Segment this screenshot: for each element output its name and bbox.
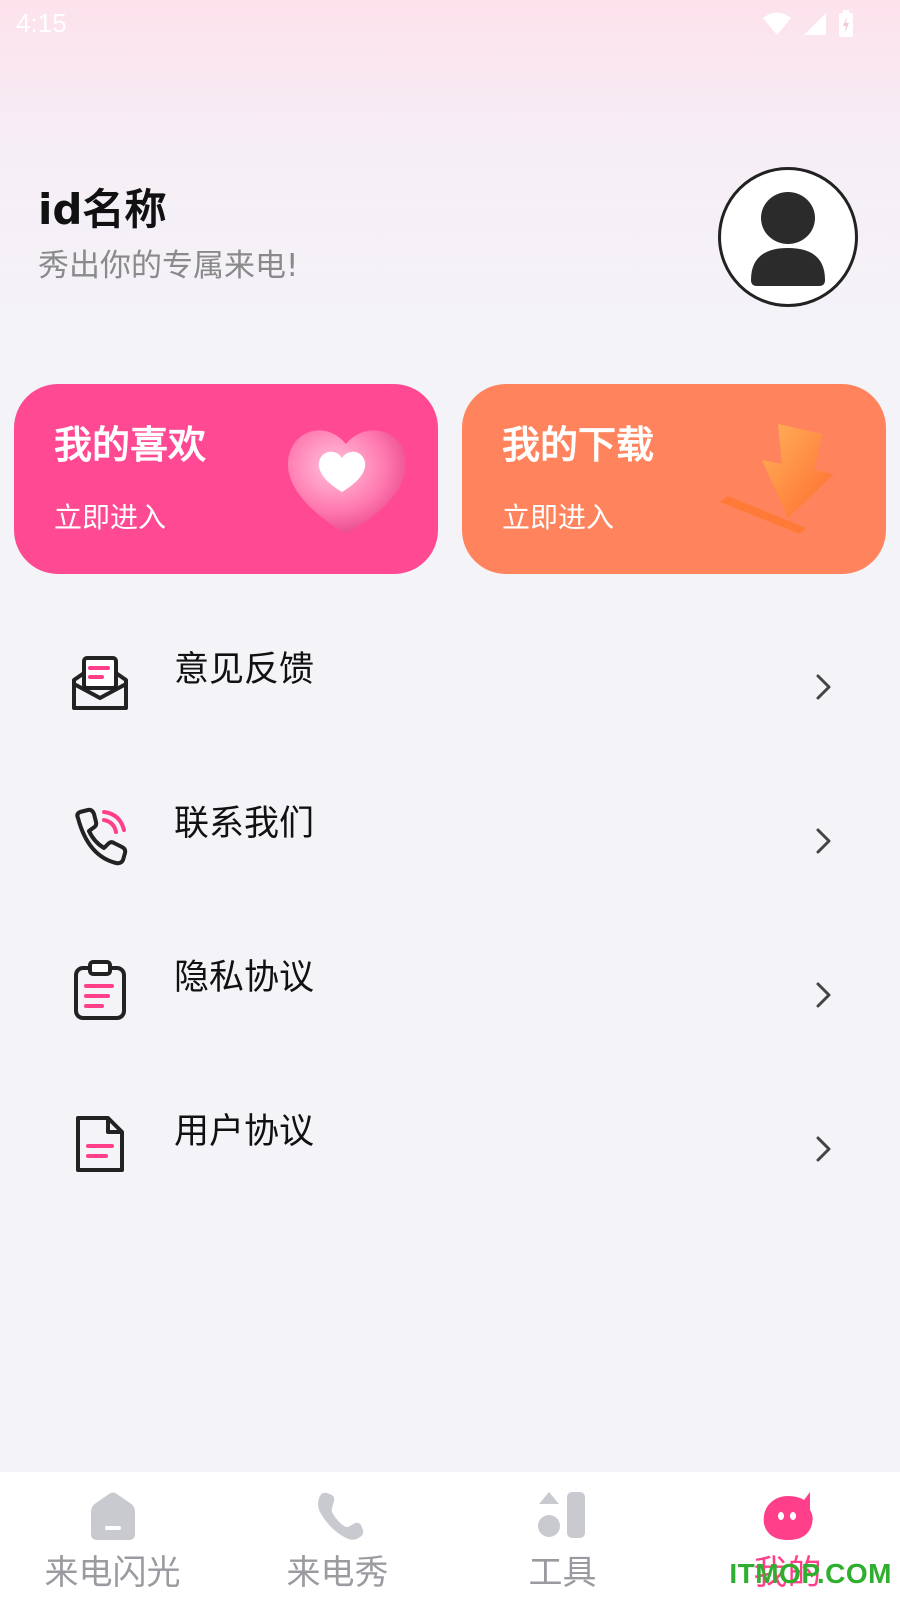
user-avatar-icon[interactable]: [718, 167, 858, 307]
status-time: 4:15: [16, 8, 67, 38]
my-downloads-card[interactable]: 我的下载 立即进入: [462, 384, 886, 574]
menu-item-contact[interactable]: 联系我们: [0, 764, 900, 918]
menu-item-user-agreement[interactable]: 用户协议: [0, 1072, 900, 1226]
profile-name: id名称: [38, 185, 167, 234]
document-icon: [68, 1112, 132, 1176]
menu-label-feedback: 意见反馈: [174, 650, 315, 690]
tab-label-tools: 工具: [528, 1553, 597, 1593]
my-likes-card[interactable]: 我的喜欢 立即进入: [14, 384, 438, 574]
phone-call-icon: [68, 804, 132, 868]
watermark: ITMOP.COM: [729, 1558, 892, 1589]
menu-item-privacy[interactable]: 隐私协议: [0, 918, 900, 1072]
menu-label-contact: 联系我们: [174, 804, 315, 844]
menu-label-privacy: 隐私协议: [174, 958, 315, 998]
profile-header: id名称 秀出你的专属来电!: [38, 184, 298, 286]
heart-icon: [276, 414, 416, 548]
chevron-right-icon: [814, 1134, 834, 1164]
flash-screen-icon: [85, 1488, 141, 1544]
tab-call-show[interactable]: 来电秀: [225, 1472, 450, 1600]
menu-item-feedback[interactable]: 意见反馈: [0, 610, 900, 764]
status-bar: 4:15: [0, 0, 900, 50]
chevron-right-icon: [814, 826, 834, 856]
clipboard-icon: [68, 958, 132, 1022]
profile-slogan: 秀出你的专属来电!: [38, 248, 299, 284]
chevron-right-icon: [814, 980, 834, 1010]
my-likes-title: 我的喜欢: [54, 423, 207, 467]
tools-icon: [535, 1488, 591, 1544]
download-arrow-icon: [720, 414, 860, 548]
menu-label-user-agreement: 用户协议: [174, 1112, 315, 1152]
wifi-icon: [762, 11, 792, 37]
tab-tools[interactable]: 工具: [450, 1472, 675, 1600]
chevron-right-icon: [814, 672, 834, 702]
battery-charging-icon: [838, 10, 854, 38]
my-downloads-title: 我的下载: [502, 423, 655, 467]
my-downloads-subtitle: 立即进入: [502, 501, 615, 534]
phone-icon: [310, 1488, 366, 1544]
status-icons: [762, 10, 854, 38]
tab-label-call-show: 来电秀: [286, 1553, 389, 1593]
feedback-envelope-icon: [68, 650, 132, 714]
tab-label-call-flash: 来电闪光: [44, 1553, 181, 1593]
mine-face-icon: [760, 1488, 816, 1544]
my-likes-subtitle: 立即进入: [54, 501, 167, 534]
tab-call-flash[interactable]: 来电闪光: [0, 1472, 225, 1600]
cellular-signal-icon: [802, 11, 828, 37]
